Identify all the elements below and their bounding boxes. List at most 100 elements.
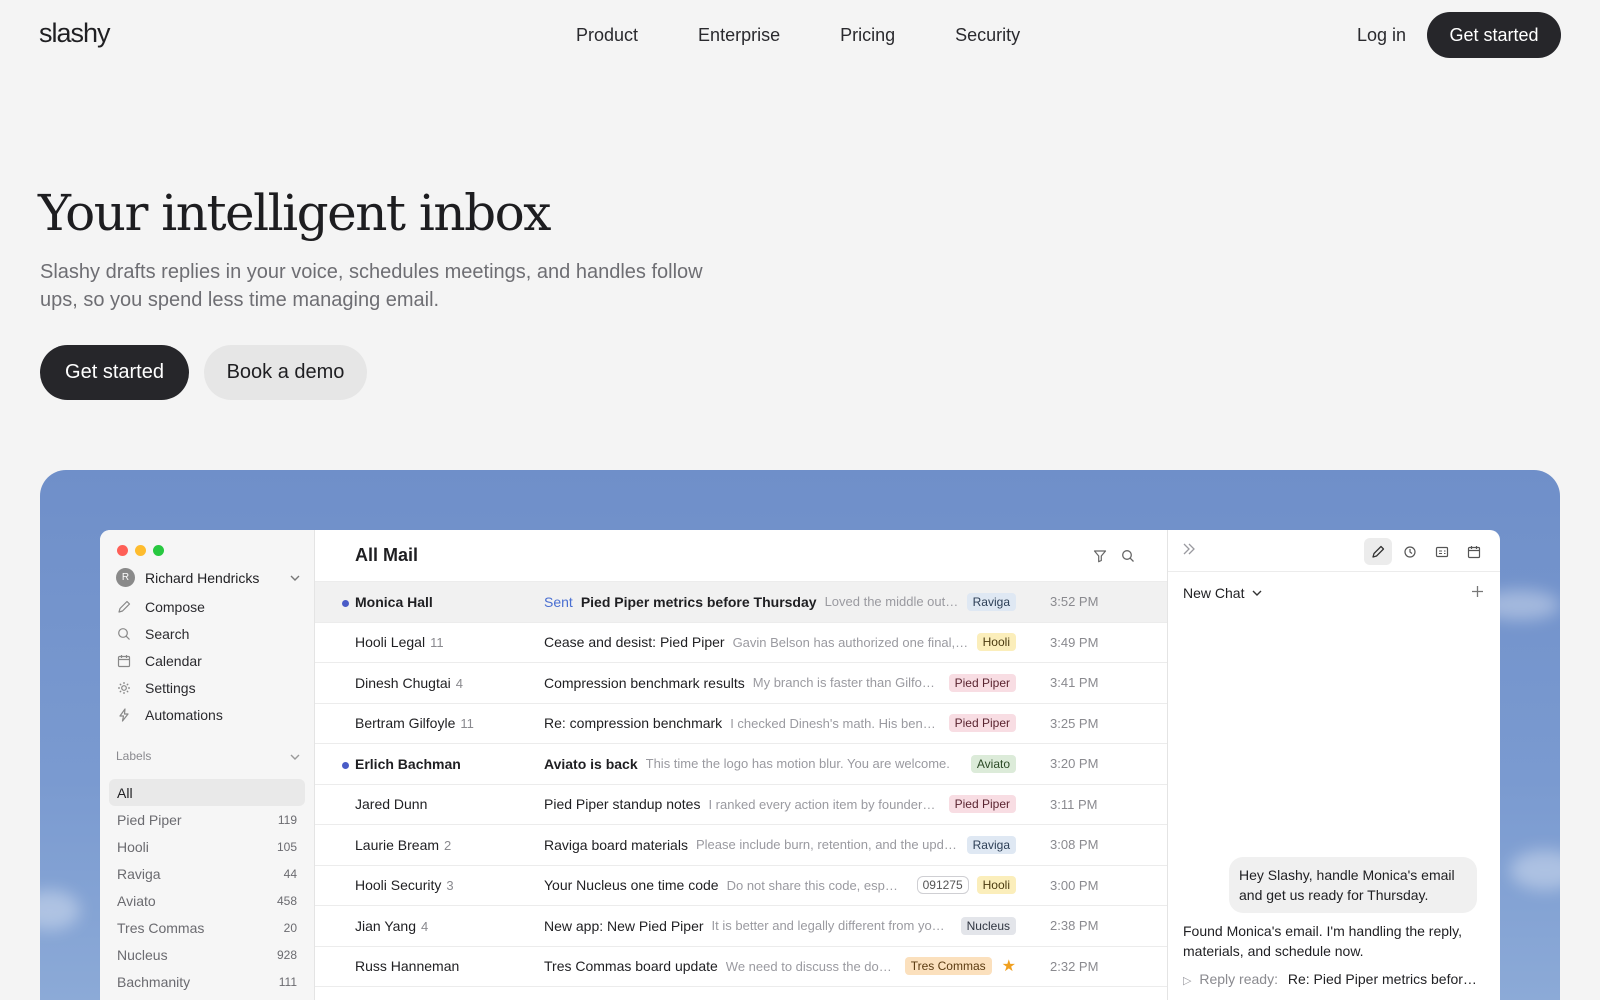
sidebar-item-automations[interactable]: Automations	[116, 701, 306, 728]
hero-get-started-button[interactable]: Get started	[40, 345, 189, 400]
email-row[interactable]: Hooli Security 3 Your Nucleus one time cod…	[315, 866, 1167, 906]
email-preview: I ranked every action item by founder…	[708, 796, 936, 812]
email-sender: Dinesh Chugtai 4	[355, 675, 535, 691]
labels-header[interactable]: Labels	[116, 749, 300, 763]
label-count: 105	[276, 839, 297, 854]
history-icon[interactable]	[1396, 538, 1424, 565]
email-row[interactable]: Russ Hanneman Tres Commas board update We …	[315, 947, 1167, 987]
label-item[interactable]: Aviato 458	[109, 887, 305, 914]
reply-arrow-icon: ▷	[1183, 975, 1192, 987]
label-tag: Pied Piper	[948, 795, 1016, 814]
mail-header: All Mail	[315, 530, 1167, 582]
label-item[interactable]: Bachmanity 111	[109, 968, 305, 995]
email-time: 3:49 PM	[1050, 634, 1099, 650]
email-row[interactable]: Hooli Legal 11 Cease and desist: Pied Pipe…	[315, 623, 1167, 663]
sidebar-item-label: Compose	[145, 598, 205, 615]
account-name: Richard Hendricks	[145, 569, 260, 586]
email-subject: Aviato is back	[544, 755, 638, 772]
sender-name: Erlich Bachman	[355, 755, 461, 772]
email-subject: Pied Piper standup notes	[544, 796, 701, 813]
email-row[interactable]: Laurie Bream 2 Raviga board materials Pleas…	[315, 825, 1167, 866]
email-time: 3:08 PM	[1050, 837, 1099, 853]
email-preview: Do not share this code, esp…	[726, 877, 898, 893]
sidebar-item-search[interactable]: Search	[116, 620, 306, 647]
sent-indicator: Sent	[544, 593, 573, 610]
account-switcher[interactable]: R Richard Hendricks	[116, 568, 300, 587]
brand-logo[interactable]: slashy	[39, 18, 111, 49]
email-summary: Pied Piper standup notes I ranked every a…	[544, 795, 1016, 814]
label-item[interactable]: Tres Commas 20	[109, 914, 305, 941]
mail-list-pane: All Mail Monica Hall Sent Pied Piper metri…	[315, 530, 1168, 1000]
sidebar: R Richard Hendricks Compose Search Calenda…	[100, 530, 315, 1000]
email-sender: Laurie Bream 2	[355, 837, 535, 853]
code-pill[interactable]: 091275	[916, 876, 969, 895]
mail-title: All Mail	[355, 545, 419, 565]
email-row[interactable]: Monica Hall Sent Pied Piper metrics before…	[315, 582, 1167, 623]
close-window-dot[interactable]	[117, 545, 128, 556]
label-item[interactable]: Raviga 44	[109, 860, 305, 887]
email-row[interactable]: Bertram Gilfoyle 11 Re: compression benchm…	[315, 704, 1167, 744]
label-item[interactable]: All	[109, 779, 305, 806]
chevron-down-icon	[290, 749, 300, 763]
bolt-icon	[116, 707, 132, 722]
minimize-window-dot[interactable]	[135, 545, 146, 556]
thread-count: 2	[444, 837, 452, 853]
label-name: Bachmanity	[117, 973, 191, 990]
thread-count: 11	[430, 635, 444, 651]
star-icon[interactable]: ★	[1002, 956, 1016, 976]
user-message-bubble: Hey Slashy, handle Monica's email and ge…	[1229, 857, 1477, 913]
label-item[interactable]: Nucleus 928	[109, 941, 305, 968]
email-subject: Pied Piper metrics before Thursday	[580, 593, 817, 610]
email-summary: Cease and desist: Pied Piper Gavin Belson…	[544, 633, 1016, 652]
label-item[interactable]: Pied Piper 119	[109, 806, 305, 833]
search-icon[interactable]	[1121, 549, 1135, 563]
chat-selector[interactable]: New Chat	[1183, 585, 1262, 601]
email-summary: New app: New Pied Piper It is better and …	[544, 916, 1016, 935]
email-sender: Hooli Legal 11	[355, 634, 535, 650]
sidebar-item-settings[interactable]: Settings	[116, 674, 306, 701]
nav-enterprise[interactable]: Enterprise	[698, 22, 780, 48]
email-sender: Monica Hall	[355, 594, 535, 610]
email-row[interactable]: Jian Yang 4 New app: New Pied Piper It is b…	[315, 906, 1167, 947]
login-link[interactable]: Log in	[1357, 22, 1406, 48]
label-tag: Hooli	[976, 633, 1016, 652]
contact-card-icon[interactable]	[1428, 538, 1456, 565]
label-item[interactable]: Hooli 105	[109, 833, 305, 860]
email-subject: New app: New Pied Piper	[544, 917, 704, 934]
sidebar-item-label: Automations	[145, 706, 223, 723]
email-row[interactable]: Erlich Bachman Aviato is back This time th…	[315, 744, 1167, 785]
chevron-down-icon	[1252, 590, 1262, 596]
thread-count: 3	[446, 878, 454, 894]
nav-product[interactable]: Product	[576, 22, 638, 48]
pencil-icon	[116, 600, 132, 614]
edit-icon[interactable]	[1364, 538, 1392, 565]
email-summary: Sent Pied Piper metrics before Thursday Lo…	[544, 592, 1016, 611]
assistant-message: Found Monica's email. I'm handling the r…	[1183, 923, 1463, 959]
unread-dot	[342, 762, 349, 769]
label-count: 111	[278, 974, 297, 989]
nav-get-started-button[interactable]: Get started	[1427, 12, 1561, 58]
new-chat-plus-icon[interactable]	[1471, 582, 1484, 603]
sidebar-item-calendar[interactable]: Calendar	[116, 647, 306, 674]
collapse-panel-icon[interactable]	[1182, 542, 1196, 559]
email-time: 3:52 PM	[1050, 594, 1099, 610]
sidebar-item-compose[interactable]: Compose	[116, 593, 306, 620]
filter-icon[interactable]	[1093, 549, 1107, 563]
gear-icon	[116, 681, 132, 695]
calendar-icon[interactable]	[1460, 538, 1488, 565]
label-tag: Pied Piper	[948, 673, 1016, 692]
chat-pane: New Chat Hey Slashy, handle Monica's ema…	[1168, 530, 1500, 1000]
email-row[interactable]: Jared Dunn Pied Piper standup notes I rank…	[315, 785, 1167, 825]
email-subject: Cease and desist: Pied Piper	[544, 634, 725, 651]
zoom-window-dot[interactable]	[153, 545, 164, 556]
email-subject: Compression benchmark results	[544, 674, 745, 691]
search-icon	[116, 627, 132, 641]
book-demo-button[interactable]: Book a demo	[204, 345, 367, 400]
nav-pricing[interactable]: Pricing	[840, 22, 895, 48]
email-row[interactable]: Dinesh Chugtai 4 Compression benchmark res…	[315, 663, 1167, 704]
email-sender: Jian Yang 4	[355, 918, 535, 934]
sidebar-item-label: Calendar	[145, 652, 202, 669]
reply-ready-status[interactable]: ▷ Reply ready: Re: Pied Piper metrics be…	[1183, 971, 1483, 987]
email-preview: This time the logo has motion blur. You …	[645, 756, 950, 772]
nav-security[interactable]: Security	[955, 22, 1020, 48]
